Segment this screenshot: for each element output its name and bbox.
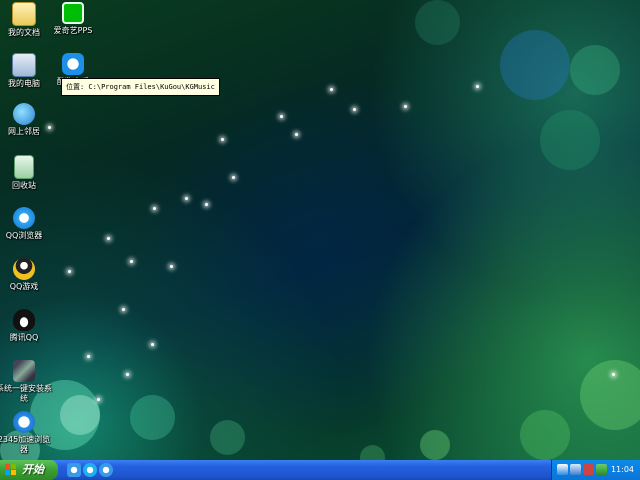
desktop-icon-qq-games[interactable]: QQ游戏 — [0, 258, 48, 292]
desktop-icon-label: 系统一键安装系统 — [0, 384, 52, 403]
path-tooltip: 位置: C:\Program Files\KuGou\KGMusic — [61, 78, 220, 96]
desktop-icon-qq-browser[interactable]: QQ浏览器 — [0, 207, 48, 241]
desktop-icon-label: 我的文档 — [8, 28, 40, 37]
security-icon[interactable] — [596, 464, 607, 475]
bokeh-bubble — [420, 430, 450, 460]
sparkle — [232, 176, 235, 179]
desktop-icon-iqiyi[interactable]: 爱奇艺PPS — [49, 2, 97, 36]
desktop-icon-label: 爱奇艺PPS — [53, 26, 93, 35]
sparkle — [476, 85, 479, 88]
desktop-icon-recycle-bin[interactable]: 回收站 — [0, 155, 48, 191]
my-computer-icon — [12, 53, 36, 77]
desktop-icon-label: QQ游戏 — [9, 282, 39, 291]
bokeh-bubble — [130, 395, 175, 440]
clock[interactable]: 11:04 — [611, 460, 634, 480]
desktop-icon-2345-browser[interactable]: 2345加速浏览器 — [0, 411, 52, 455]
bokeh-bubble — [415, 0, 460, 45]
desktop-icon-label: 我的电脑 — [8, 79, 40, 88]
bokeh-bubble — [60, 395, 100, 435]
start-button[interactable]: 开始 — [0, 460, 58, 480]
bokeh-bubble — [210, 420, 245, 455]
desktop-icon-label: 2345加速浏览器 — [0, 435, 51, 454]
recycle-bin-icon — [14, 155, 34, 179]
qq-games-icon — [13, 258, 35, 280]
desktop-icon-label: 回收站 — [12, 181, 36, 190]
sparkle — [330, 88, 333, 91]
sparkle — [280, 115, 283, 118]
qq-penguin-icon — [13, 309, 35, 331]
sparkle — [170, 265, 173, 268]
sparkle — [221, 138, 224, 141]
desktop-icon-my-documents[interactable]: 我的文档 — [0, 2, 48, 38]
sparkle — [48, 126, 51, 129]
volume-icon[interactable] — [583, 464, 594, 475]
system-install-icon — [13, 360, 35, 382]
sparkle — [130, 260, 133, 263]
sparkle — [68, 270, 71, 273]
desktop-icon-label: QQ浏览器 — [5, 231, 43, 240]
system-tray: 11:04 — [551, 460, 640, 480]
desktop-icon-system-install[interactable]: 系统一键安装系统 — [0, 360, 52, 404]
bokeh-bubble — [570, 45, 620, 95]
shield-icon[interactable] — [557, 464, 568, 475]
taskbar: 开始 11:04 — [0, 460, 640, 480]
sparkle — [97, 398, 100, 401]
ie-browser-icon — [13, 411, 35, 433]
documents-folder-icon — [12, 2, 36, 26]
sparkle — [126, 373, 129, 376]
network-icon[interactable] — [570, 464, 581, 475]
sparkle — [151, 343, 154, 346]
desktop-icon-network[interactable]: 网上邻居 — [0, 103, 48, 137]
iqiyi-icon — [62, 2, 84, 24]
sparkle — [295, 133, 298, 136]
bokeh-bubble — [360, 445, 385, 460]
network-places-icon — [13, 103, 35, 125]
ie-browser-icon[interactable] — [99, 463, 113, 477]
qq-browser-icon[interactable] — [83, 463, 97, 477]
sparkle — [612, 373, 615, 376]
desktop-icon-qq[interactable]: 腾讯QQ — [0, 309, 48, 343]
ie-browser-icon[interactable] — [67, 463, 81, 477]
bokeh-bubble — [580, 360, 640, 430]
sparkle — [205, 203, 208, 206]
kugou-icon — [62, 53, 84, 75]
bokeh-bubble — [500, 30, 570, 100]
windows-flag-icon — [5, 464, 17, 476]
sparkle — [122, 308, 125, 311]
desktop[interactable]: 我的文档 我的电脑 网上邻居 回收站 QQ浏览器 QQ游戏 腾讯QQ 系统一键安… — [0, 0, 640, 460]
sparkle — [353, 108, 356, 111]
start-label: 开始 — [22, 463, 44, 476]
desktop-icon-label: 网上邻居 — [8, 127, 40, 136]
desktop-icon-my-computer[interactable]: 我的电脑 — [0, 53, 48, 89]
qq-browser-icon — [13, 207, 35, 229]
desktop-icon-label: 腾讯QQ — [9, 333, 39, 342]
bokeh-bubble — [540, 110, 600, 170]
bokeh-bubble — [520, 410, 570, 460]
sparkle — [185, 197, 188, 200]
sparkle — [87, 355, 90, 358]
sparkle — [107, 237, 110, 240]
sparkle — [153, 207, 156, 210]
sparkle — [404, 105, 407, 108]
